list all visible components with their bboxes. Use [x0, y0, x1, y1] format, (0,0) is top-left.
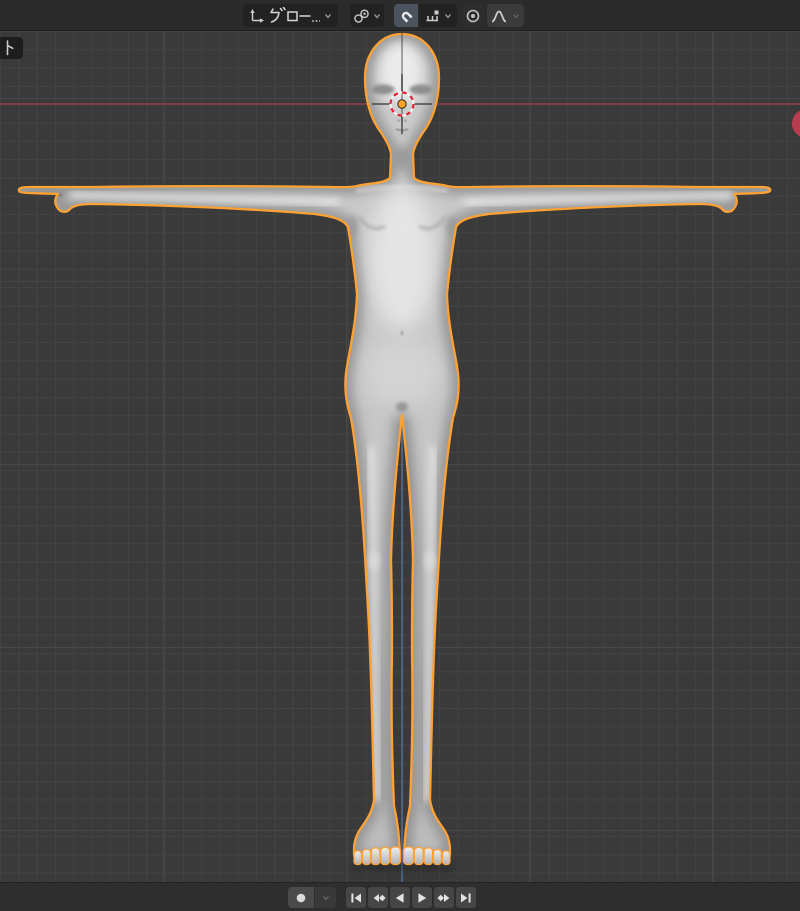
- skip-to-end-icon: [459, 891, 473, 905]
- transform-orientation-dropdown[interactable]: グロー...: [243, 4, 338, 27]
- keying-options-dropdown[interactable]: [315, 887, 336, 908]
- snap-toggle[interactable]: [394, 4, 418, 27]
- pivot-point-icon: [353, 8, 369, 24]
- left-eye-socket: [371, 84, 395, 95]
- next-keyframe-button[interactable]: [434, 887, 454, 908]
- chevron-down-icon: [443, 11, 453, 21]
- right-eye-socket: [409, 84, 433, 95]
- snap-settings-dropdown[interactable]: [419, 4, 457, 27]
- play-forward-icon: [415, 891, 429, 905]
- viewport-header: グロー...: [0, 0, 800, 30]
- object-origin-dot: [397, 99, 407, 109]
- previous-keyframe-button[interactable]: [368, 887, 388, 908]
- 3d-viewport[interactable]: ト: [0, 30, 800, 883]
- proportional-falloff-dropdown[interactable]: [487, 4, 524, 27]
- transform-orientation-label: グロー...: [268, 7, 320, 24]
- play-forward-button[interactable]: [412, 887, 432, 908]
- auto-keying-record-button[interactable]: [288, 887, 314, 908]
- pivot-point-dropdown[interactable]: [350, 4, 384, 27]
- skip-to-start-icon: [349, 891, 363, 905]
- play-reverse-icon: [393, 891, 407, 905]
- orientation-axes-icon: [249, 8, 265, 24]
- timeline-bar: [0, 882, 800, 911]
- chevron-down-icon: [323, 11, 333, 21]
- snap-increment-icon: [424, 8, 440, 24]
- play-reverse-button[interactable]: [390, 887, 410, 908]
- chevron-down-icon: [372, 11, 382, 21]
- jump-to-start-button[interactable]: [346, 887, 366, 908]
- next-keyframe-icon: [436, 891, 452, 905]
- chevron-down-icon: [511, 11, 521, 21]
- prev-keyframe-icon: [371, 891, 386, 905]
- chevron-down-icon: [321, 893, 331, 903]
- proportional-editing-toggle[interactable]: [462, 4, 484, 27]
- toes: [353, 846, 451, 866]
- smooth-falloff-icon: [490, 8, 508, 24]
- proportional-circle-icon: [465, 8, 481, 24]
- character-model[interactable]: [0, 31, 800, 883]
- record-circle-icon: [294, 891, 308, 905]
- magnet-icon: [398, 8, 414, 24]
- jump-to-end-button[interactable]: [456, 887, 476, 908]
